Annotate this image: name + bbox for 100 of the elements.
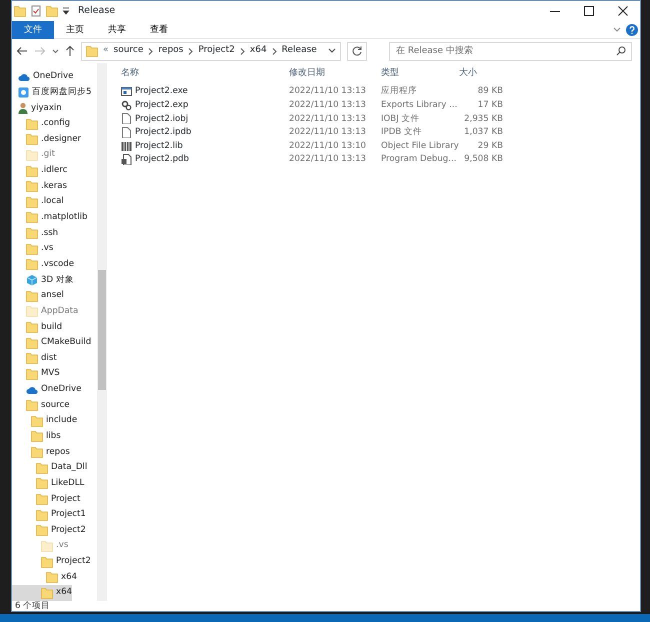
table-cell-text: 1,037 KB bbox=[463, 126, 503, 140]
ribbon-tab[interactable]: 查看 bbox=[138, 20, 180, 38]
breadcrumb-link[interactable]: repos bbox=[158, 44, 184, 58]
folder-icon bbox=[26, 242, 38, 255]
folder-icon bbox=[26, 211, 38, 224]
search-field[interactable]: 在 Release 中搜索 bbox=[389, 42, 632, 60]
up-arrow-icon[interactable] bbox=[65, 45, 75, 57]
checkmark-icon[interactable] bbox=[30, 5, 42, 17]
tree-item[interactable]: 百度网盘同步5 bbox=[12, 84, 92, 100]
tree-item[interactable]: .vs bbox=[12, 241, 54, 256]
tree-item[interactable]: 3D 对象 bbox=[12, 272, 74, 288]
help-icon[interactable] bbox=[626, 24, 638, 36]
folder-icon bbox=[31, 446, 43, 458]
chevron-right-icon bbox=[188, 48, 194, 54]
tree-item[interactable]: .vscode bbox=[12, 256, 74, 272]
tree-item[interactable]: OneDrive bbox=[12, 382, 82, 398]
window-title: Release bbox=[78, 4, 116, 18]
folder-icon bbox=[86, 45, 98, 57]
scrollbar[interactable] bbox=[97, 63, 107, 601]
tree-item[interactable]: build bbox=[12, 319, 62, 335]
folder-icon bbox=[26, 368, 38, 380]
folder-icon bbox=[26, 320, 38, 333]
folder-icon bbox=[36, 492, 48, 505]
tree-item[interactable]: Project1 bbox=[12, 506, 86, 522]
column-header[interactable]: 大小 bbox=[455, 67, 503, 81]
folder-icon bbox=[36, 508, 48, 521]
column-header[interactable]: 修改日期 bbox=[285, 67, 377, 81]
refresh-icon bbox=[352, 46, 362, 56]
table-cell-text: 89 KB bbox=[476, 85, 503, 98]
tree-item[interactable]: .keras bbox=[12, 178, 67, 194]
file-name[interactable]: Project2.exp bbox=[117, 98, 285, 112]
tree-item[interactable]: .git bbox=[12, 147, 55, 163]
back-arrow-icon[interactable] bbox=[16, 46, 28, 56]
folder-icon bbox=[26, 352, 38, 364]
tree-item[interactable]: libs bbox=[12, 428, 61, 444]
tree-item[interactable]: .idlerc bbox=[12, 162, 68, 178]
tree-item[interactable]: source bbox=[12, 397, 70, 413]
folder-icon bbox=[41, 540, 53, 552]
chevron-right-icon bbox=[272, 48, 277, 54]
tree-item[interactable]: .config bbox=[12, 116, 70, 132]
tree-item[interactable]: dist bbox=[12, 350, 57, 366]
tree-item[interactable]: AppData bbox=[12, 304, 78, 319]
ribbon-tab[interactable]: 文件 bbox=[12, 20, 54, 38]
table-cell-text: 2022/11/10 13:10 bbox=[288, 140, 368, 153]
column-header[interactable]: 名称 bbox=[117, 67, 285, 81]
breadcrumb-link[interactable]: source bbox=[114, 44, 144, 58]
document-icon bbox=[121, 154, 132, 166]
file-name[interactable]: Project2.lib bbox=[117, 140, 285, 153]
tree-item[interactable]: include bbox=[12, 413, 78, 428]
table-cell-text: 9,508 KB bbox=[463, 153, 503, 166]
refresh-button[interactable] bbox=[347, 42, 367, 60]
folder-icon bbox=[26, 336, 38, 349]
tree-item[interactable]: .matplotlib bbox=[12, 210, 88, 226]
tree-item[interactable]: ansel bbox=[12, 288, 64, 304]
cloud-icon bbox=[18, 72, 30, 82]
folder-icon bbox=[31, 414, 43, 427]
sync-drive-icon bbox=[18, 86, 29, 98]
ribbon-tab[interactable]: 主页 bbox=[54, 20, 96, 38]
file-name[interactable]: Project2.exe bbox=[117, 85, 285, 98]
folder-icon bbox=[26, 227, 38, 240]
dropdown-icon[interactable] bbox=[62, 5, 70, 17]
file-name[interactable]: Project2.iobj bbox=[117, 112, 285, 126]
cube-icon bbox=[26, 274, 38, 286]
tree-item[interactable]: LikeDLL bbox=[12, 476, 84, 492]
tree-item[interactable]: .vs bbox=[12, 538, 68, 554]
breadcrumb-link[interactable]: x64 bbox=[250, 44, 267, 58]
tree-item[interactable]: x64 bbox=[12, 570, 78, 585]
tree-item[interactable]: .designer bbox=[12, 132, 82, 147]
tree-item[interactable]: MVS bbox=[12, 366, 60, 382]
tree-item[interactable]: Project2 bbox=[12, 522, 86, 538]
file-name[interactable]: Project2.pdb bbox=[117, 153, 285, 166]
folder-icon bbox=[26, 258, 38, 270]
tree-item[interactable]: .local bbox=[12, 194, 64, 210]
tree-item[interactable]: CMakeBuild bbox=[12, 334, 92, 350]
column-header[interactable]: 类型 bbox=[377, 67, 455, 81]
close-icon bbox=[618, 6, 628, 16]
application-icon bbox=[121, 86, 132, 98]
tree-item[interactable]: repos bbox=[12, 444, 70, 460]
tree-item[interactable]: .ssh bbox=[12, 225, 58, 241]
tree-item[interactable]: Data_Dll bbox=[12, 460, 88, 476]
ribbon-tab[interactable]: 共享 bbox=[96, 20, 138, 38]
tree-item[interactable]: x64 bbox=[12, 585, 72, 601]
address-bar[interactable]: « source repos Project2 x64 Release bbox=[81, 42, 341, 60]
tree-item[interactable]: Project2 bbox=[12, 554, 91, 570]
chevron-down-icon[interactable] bbox=[328, 48, 336, 54]
tree-item[interactable]: yiyaxin bbox=[12, 100, 62, 116]
tree-item[interactable]: Project bbox=[12, 491, 80, 507]
table-cell-text: 应用程序 bbox=[380, 85, 418, 98]
folder-icon bbox=[26, 133, 38, 146]
tree-item[interactable]: OneDrive bbox=[12, 69, 74, 84]
overflow-chevron[interactable]: « bbox=[103, 44, 109, 58]
table-cell-text: 2,935 KB bbox=[463, 112, 503, 126]
breadcrumb-link[interactable]: Release bbox=[282, 44, 317, 58]
breadcrumb-link[interactable]: Project2 bbox=[198, 44, 235, 58]
table-cell-text: IOBJ 文件 bbox=[380, 112, 420, 126]
folder-icon bbox=[26, 290, 38, 302]
table-cell-text: Exports Library ... bbox=[380, 98, 455, 112]
table-cell-text: 2022/11/10 13:13 bbox=[288, 126, 368, 140]
chevron-down-icon[interactable] bbox=[52, 48, 59, 54]
file-name[interactable]: Project2.ipdb bbox=[117, 126, 285, 140]
